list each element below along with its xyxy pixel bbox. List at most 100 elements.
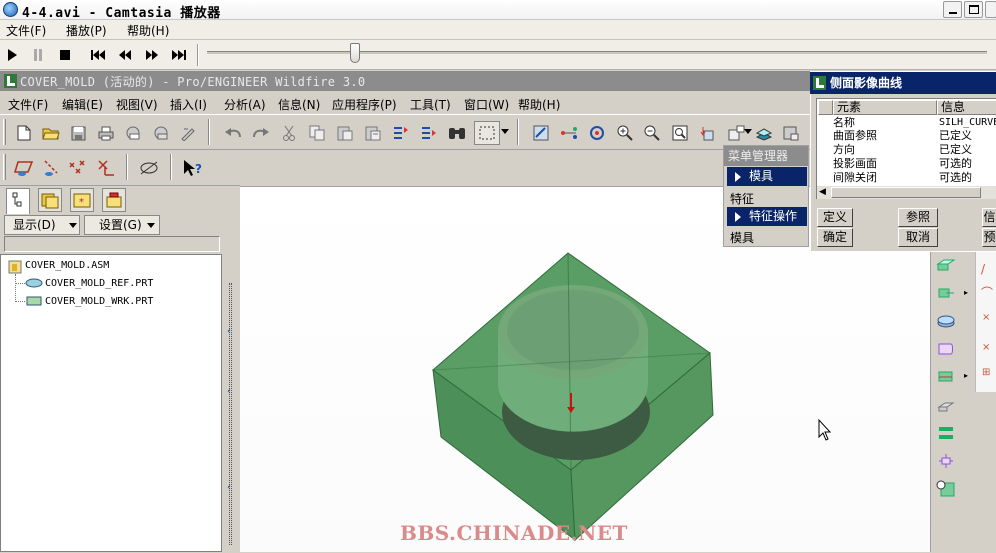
- connections-tab-icon[interactable]: [102, 188, 126, 212]
- proe-menu-edit[interactable]: 编辑(E): [62, 96, 103, 113]
- stop-icon[interactable]: [57, 47, 73, 63]
- print-icon[interactable]: [95, 122, 117, 144]
- play-icon[interactable]: [4, 47, 20, 63]
- favorites-tab-icon[interactable]: *: [70, 188, 94, 212]
- define-button[interactable]: 定义: [817, 208, 853, 227]
- close-button[interactable]: [985, 1, 996, 18]
- preview-button[interactable]: 预: [982, 228, 996, 247]
- datum-point-toggle-icon[interactable]: [67, 157, 89, 179]
- menu-item-feature-ops[interactable]: 特征操作: [727, 207, 807, 226]
- proe-menu-applications[interactable]: 应用程序(P): [332, 96, 397, 113]
- cut-icon[interactable]: [278, 122, 300, 144]
- proe-menu-insert[interactable]: 插入(I): [170, 96, 207, 113]
- row-info[interactable]: 可选的: [939, 157, 972, 170]
- mold-component-icon[interactable]: [935, 394, 957, 416]
- volume-icon[interactable]: [935, 310, 957, 332]
- zoom-out-icon[interactable]: [641, 122, 663, 144]
- relations-icon[interactable]: [418, 122, 440, 144]
- fast-forward-icon[interactable]: [144, 47, 160, 63]
- parting-surface-icon[interactable]: [935, 282, 957, 304]
- undo-icon[interactable]: [222, 122, 244, 144]
- mold-analysis-icon[interactable]: [935, 478, 957, 500]
- model-tree-tab-icon[interactable]: [6, 188, 30, 214]
- find-icon[interactable]: [446, 122, 468, 144]
- collapse-left-icon[interactable]: ‹: [227, 386, 231, 397]
- tree-node-assembly[interactable]: COVER_MOLD.ASM: [25, 260, 109, 271]
- proe-menu-info[interactable]: 信息(N): [278, 96, 320, 113]
- info-button[interactable]: 信: [982, 208, 996, 227]
- tree-node-workpiece[interactable]: COVER_MOLD_WRK.PRT: [45, 296, 153, 307]
- cast-icon[interactable]: [935, 422, 957, 444]
- row-element[interactable]: 间隙关闭: [833, 171, 877, 184]
- proe-menu-help[interactable]: 帮助(H): [518, 96, 560, 113]
- row-info[interactable]: 可选的: [939, 171, 972, 184]
- mold-opening-icon[interactable]: [935, 450, 957, 472]
- redo-icon[interactable]: [250, 122, 272, 144]
- reorient-icon[interactable]: [697, 122, 719, 144]
- regenerate-icon[interactable]: [177, 122, 199, 144]
- datum-axis-toggle-icon[interactable]: [40, 157, 62, 179]
- datum-csys-icon[interactable]: ⨯: [982, 342, 990, 353]
- new-file-icon[interactable]: [13, 122, 35, 144]
- player-menu-help[interactable]: 帮助(H): [127, 22, 169, 39]
- selection-filter-icon[interactable]: [474, 121, 500, 145]
- skip-forward-icon[interactable]: [171, 47, 187, 63]
- tree-filter-field[interactable]: [4, 236, 220, 252]
- skip-back-icon[interactable]: [90, 47, 106, 63]
- flyout-arrow-icon[interactable]: ▸: [964, 288, 968, 297]
- horizontal-scrollbar[interactable]: ◀: [817, 185, 996, 199]
- refit-icon[interactable]: [669, 122, 691, 144]
- row-element[interactable]: 方向: [833, 143, 855, 156]
- seek-thumb[interactable]: [350, 43, 361, 63]
- player-menu-play[interactable]: 播放(P): [66, 22, 107, 39]
- row-element[interactable]: 名称: [833, 116, 855, 129]
- tree-node-ref-part[interactable]: COVER_MOLD_REF.PRT: [45, 278, 153, 289]
- open-folder-icon[interactable]: [40, 122, 62, 144]
- context-help-icon[interactable]: ?: [181, 157, 203, 179]
- collapse-left-icon[interactable]: ‹: [227, 326, 231, 337]
- seek-track[interactable]: [207, 51, 987, 54]
- saved-views-dropdown-icon[interactable]: [744, 129, 752, 134]
- row-element[interactable]: 曲面参照: [833, 129, 877, 142]
- row-info[interactable]: 已定义: [939, 129, 972, 142]
- column-header-element[interactable]: 元素: [833, 100, 937, 115]
- proe-menu-tools[interactable]: 工具(T): [410, 96, 451, 113]
- paste-icon[interactable]: [334, 122, 356, 144]
- zoom-in-icon[interactable]: [614, 122, 636, 144]
- model-display-icon[interactable]: [780, 122, 802, 144]
- scroll-left-icon[interactable]: ◀: [819, 187, 826, 197]
- flyout-arrow-icon[interactable]: ▸: [964, 371, 968, 380]
- row-info[interactable]: SILH_CURVE: [939, 116, 996, 129]
- copy-icon[interactable]: [306, 122, 328, 144]
- folder-browser-tab-icon[interactable]: [38, 188, 62, 212]
- navigator-sash[interactable]: ‹ ‹ ‹: [224, 186, 240, 552]
- sketch-icon[interactable]: [935, 338, 957, 360]
- proe-menu-window[interactable]: 窗口(W): [464, 96, 509, 113]
- proe-menu-file[interactable]: 文件(F): [8, 96, 48, 113]
- row-info[interactable]: 已定义: [939, 143, 972, 156]
- annotation-display-icon[interactable]: [138, 157, 160, 179]
- spin-center-icon[interactable]: [558, 122, 580, 144]
- email-attach-icon[interactable]: [150, 122, 172, 144]
- collapse-left-icon[interactable]: ‹: [227, 482, 231, 493]
- maximize-button[interactable]: [964, 1, 983, 18]
- orient-mode-icon[interactable]: [586, 122, 608, 144]
- menu-item-feature[interactable]: 特征: [730, 190, 754, 207]
- row-element[interactable]: 投影画面: [833, 157, 877, 170]
- repaint-icon[interactable]: [530, 122, 552, 144]
- datum-point-icon[interactable]: ×: [982, 312, 990, 323]
- analysis-icon[interactable]: ⊞: [982, 367, 990, 378]
- datum-plane-icon[interactable]: /: [981, 262, 985, 276]
- minimize-button[interactable]: [943, 1, 962, 18]
- workpiece-icon[interactable]: [935, 254, 957, 276]
- player-menu-file[interactable]: 文件(F): [6, 22, 46, 39]
- layers-icon[interactable]: [753, 122, 775, 144]
- datum-plane-toggle-icon[interactable]: [13, 157, 35, 179]
- column-header-info[interactable]: 信息: [937, 100, 996, 115]
- ok-button[interactable]: 确定: [817, 228, 853, 247]
- paste-special-icon[interactable]: [362, 122, 384, 144]
- edit-definition-icon[interactable]: [390, 122, 412, 144]
- rewind-icon[interactable]: [117, 47, 133, 63]
- save-icon[interactable]: [67, 122, 89, 144]
- pause-icon[interactable]: [30, 47, 46, 63]
